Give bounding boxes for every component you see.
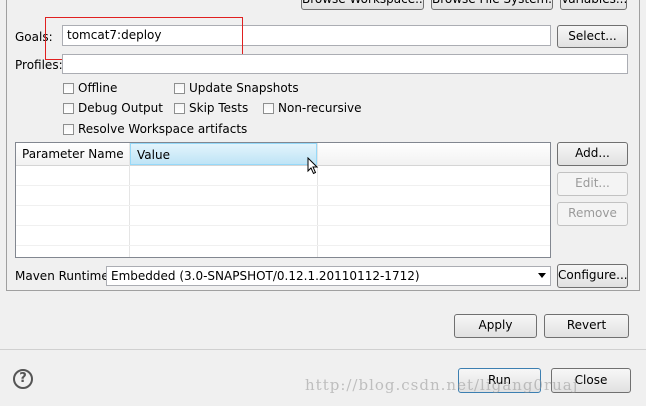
update-snapshots-label: Update Snapshots [189,81,299,95]
debug-output-label: Debug Output [78,101,163,115]
mouse-cursor-icon [307,157,319,175]
resolve-workspace-checkbox[interactable]: Resolve Workspace artifacts [63,121,247,137]
resolve-workspace-label: Resolve Workspace artifacts [78,122,248,136]
column-header-parameter-name[interactable]: Parameter Name [16,143,130,165]
parameters-table[interactable]: Parameter Name Value [15,142,551,258]
chevron-down-icon[interactable] [538,273,546,278]
remove-parameter-button[interactable]: Remove [557,202,628,226]
table-row [16,225,550,246]
skip-tests-label: Skip Tests [189,101,249,115]
top-panel-border [6,0,7,290]
dialog-separator [0,349,646,350]
checkbox-box[interactable] [174,102,185,114]
profiles-input[interactable] [62,54,628,74]
checkbox-box[interactable] [174,82,185,94]
top-panel-border-bottom [6,290,640,291]
watermark: http://blog.csdn.net/ligang0ruaj [305,376,579,394]
skip-tests-checkbox[interactable]: Skip Tests [174,100,248,116]
select-goals-button[interactable]: Select... [557,25,628,48]
browse-file-system-button[interactable]: Browse File System... [431,0,553,10]
update-snapshots-checkbox[interactable]: Update Snapshots [174,80,299,96]
browse-workspace-button[interactable]: Browse Workspace... [301,0,424,10]
offline-checkbox[interactable]: Offline [63,80,117,96]
edit-parameter-button[interactable]: Edit... [557,172,628,196]
top-panel-border-right [639,0,640,290]
non-recursive-label: Non-recursive [278,101,362,115]
checkbox-box[interactable] [263,102,274,114]
maven-runtime-select[interactable]: Embedded (3.0-SNAPSHOT/0.12.1.20110112-1… [106,266,551,286]
help-icon[interactable]: ? [13,369,33,389]
configure-button[interactable]: Configure... [557,264,628,288]
checkbox-box[interactable] [63,82,74,94]
debug-output-checkbox[interactable]: Debug Output [63,100,163,116]
add-parameter-button[interactable]: Add... [557,142,628,166]
table-row [16,185,550,206]
offline-label: Offline [78,81,118,95]
table-row [16,205,550,226]
maven-runtime-label: Maven Runtime: [15,269,113,283]
profiles-label: Profiles: [15,58,63,72]
maven-runtime-value: Embedded (3.0-SNAPSHOT/0.12.1.20110112-1… [111,269,420,283]
checkbox-box[interactable] [63,102,74,114]
column-header-value[interactable]: Value [130,143,317,165]
variables-button[interactable]: Variables... [560,0,627,10]
revert-button[interactable]: Revert [544,314,629,338]
checkbox-box[interactable] [63,123,74,135]
table-row [16,165,550,186]
non-recursive-checkbox[interactable]: Non-recursive [263,100,362,116]
apply-button[interactable]: Apply [454,314,537,338]
